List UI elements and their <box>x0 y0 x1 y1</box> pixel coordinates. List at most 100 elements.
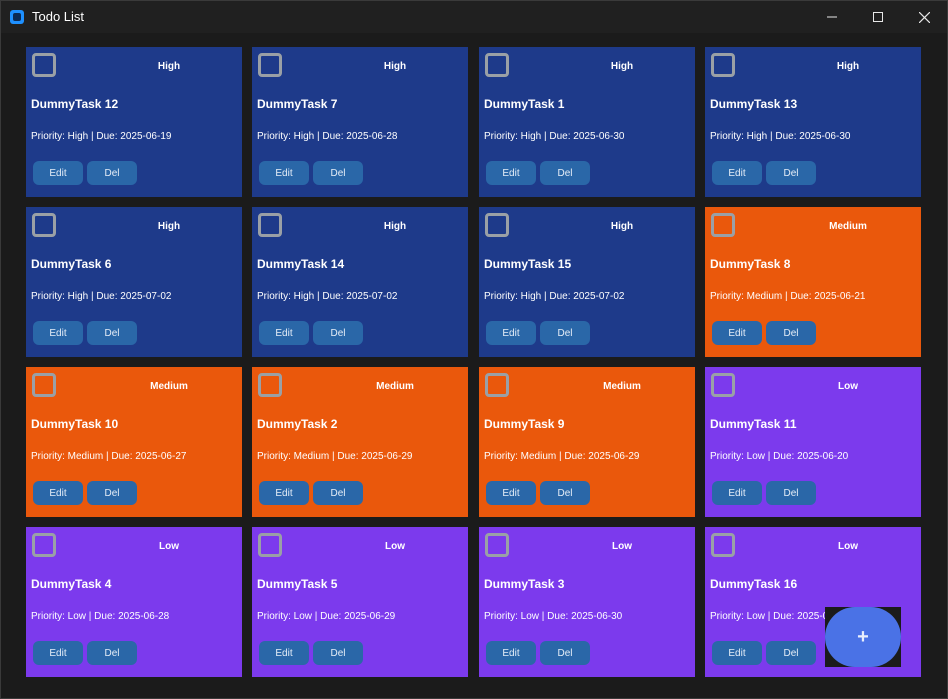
edit-button[interactable]: Edit <box>259 641 309 665</box>
edit-button[interactable]: Edit <box>259 481 309 505</box>
task-title: DummyTask 6 <box>31 257 112 271</box>
priority-badge: Medium <box>829 221 867 232</box>
priority-badge: Low <box>838 381 858 392</box>
priority-badge: Medium <box>603 381 641 392</box>
task-title: DummyTask 9 <box>484 417 565 431</box>
app-window: Todo List High DummyTask 12 Priority: Hi… <box>0 0 948 699</box>
task-card: Medium DummyTask 9 Priority: Medium | Du… <box>479 367 695 517</box>
task-card: Low DummyTask 3 Priority: Low | Due: 202… <box>479 527 695 677</box>
delete-button[interactable]: Del <box>766 641 816 665</box>
task-title: DummyTask 8 <box>710 257 791 271</box>
task-meta: Priority: Medium | Due: 2025-06-29 <box>257 451 413 462</box>
task-checkbox[interactable] <box>32 533 56 557</box>
delete-button[interactable]: Del <box>766 161 816 185</box>
delete-button[interactable]: Del <box>540 321 590 345</box>
app-icon <box>10 10 24 24</box>
fab-container: + <box>825 607 901 667</box>
delete-button[interactable]: Del <box>87 321 137 345</box>
edit-button[interactable]: Edit <box>33 321 83 345</box>
maximize-button[interactable] <box>855 1 901 33</box>
task-checkbox[interactable] <box>711 533 735 557</box>
delete-button[interactable]: Del <box>540 481 590 505</box>
task-checkbox[interactable] <box>711 373 735 397</box>
edit-button[interactable]: Edit <box>33 481 83 505</box>
delete-button[interactable]: Del <box>313 161 363 185</box>
task-checkbox[interactable] <box>485 213 509 237</box>
delete-button[interactable]: Del <box>313 321 363 345</box>
task-checkbox[interactable] <box>485 533 509 557</box>
task-title: DummyTask 15 <box>484 257 572 271</box>
edit-button[interactable]: Edit <box>259 161 309 185</box>
task-card: Low DummyTask 4 Priority: Low | Due: 202… <box>26 527 242 677</box>
edit-button[interactable]: Edit <box>486 161 536 185</box>
delete-button[interactable]: Del <box>313 641 363 665</box>
task-checkbox[interactable] <box>711 213 735 237</box>
window-title: Todo List <box>32 9 85 24</box>
edit-button[interactable]: Edit <box>486 481 536 505</box>
task-title: DummyTask 1 <box>484 97 565 111</box>
task-grid: High DummyTask 12 Priority: High | Due: … <box>1 33 947 698</box>
edit-button[interactable]: Edit <box>33 641 83 665</box>
delete-button[interactable]: Del <box>87 481 137 505</box>
edit-button[interactable]: Edit <box>486 641 536 665</box>
priority-badge: Low <box>612 541 632 552</box>
priority-badge: High <box>383 221 407 232</box>
task-checkbox[interactable] <box>258 53 282 77</box>
task-meta: Priority: Low | Due: 2025-06-30 <box>484 611 623 622</box>
close-button[interactable] <box>901 1 947 33</box>
minimize-icon <box>827 12 837 22</box>
task-card: High DummyTask 14 Priority: High | Due: … <box>252 207 468 357</box>
task-title: DummyTask 14 <box>257 257 345 271</box>
delete-button[interactable]: Del <box>87 641 137 665</box>
priority-badge: High <box>383 61 407 72</box>
task-checkbox[interactable] <box>711 53 735 77</box>
minimize-button[interactable] <box>809 1 855 33</box>
delete-button[interactable]: Del <box>766 481 816 505</box>
task-card: Low DummyTask 5 Priority: Low | Due: 202… <box>252 527 468 677</box>
delete-button[interactable]: Del <box>766 321 816 345</box>
edit-button[interactable]: Edit <box>712 641 762 665</box>
delete-button[interactable]: Del <box>540 161 590 185</box>
task-meta: Priority: Low | Due: 2025-06-20 <box>710 451 849 462</box>
task-checkbox[interactable] <box>32 213 56 237</box>
task-checkbox[interactable] <box>485 373 509 397</box>
task-meta: Priority: High | Due: 2025-07-02 <box>257 291 398 302</box>
task-title: DummyTask 10 <box>31 417 119 431</box>
task-checkbox[interactable] <box>32 373 56 397</box>
priority-badge: High <box>836 61 860 72</box>
priority-badge: Low <box>159 541 179 552</box>
task-card: High DummyTask 1 Priority: High | Due: 2… <box>479 47 695 197</box>
task-card: High DummyTask 12 Priority: High | Due: … <box>26 47 242 197</box>
task-title: DummyTask 5 <box>257 577 338 591</box>
priority-badge: High <box>610 221 634 232</box>
delete-button[interactable]: Del <box>540 641 590 665</box>
task-meta: Priority: Medium | Due: 2025-06-29 <box>484 451 640 462</box>
task-title: DummyTask 13 <box>710 97 798 111</box>
edit-button[interactable]: Edit <box>33 161 83 185</box>
edit-button[interactable]: Edit <box>486 321 536 345</box>
delete-button[interactable]: Del <box>87 161 137 185</box>
edit-button[interactable]: Edit <box>259 321 309 345</box>
edit-button[interactable]: Edit <box>712 161 762 185</box>
task-checkbox[interactable] <box>485 53 509 77</box>
task-meta: Priority: Medium | Due: 2025-06-21 <box>710 291 866 302</box>
edit-button[interactable]: Edit <box>712 321 762 345</box>
task-checkbox[interactable] <box>32 53 56 77</box>
title-bar[interactable]: Todo List <box>1 1 947 33</box>
task-card: High DummyTask 13 Priority: High | Due: … <box>705 47 921 197</box>
task-card: Medium DummyTask 8 Priority: Medium | Du… <box>705 207 921 357</box>
task-checkbox[interactable] <box>258 213 282 237</box>
task-meta: Priority: High | Due: 2025-07-02 <box>484 291 625 302</box>
priority-badge: Medium <box>150 381 188 392</box>
delete-button[interactable]: Del <box>313 481 363 505</box>
task-checkbox[interactable] <box>258 373 282 397</box>
edit-button[interactable]: Edit <box>712 481 762 505</box>
task-title: DummyTask 4 <box>31 577 112 591</box>
task-card: Low DummyTask 11 Priority: Low | Due: 20… <box>705 367 921 517</box>
task-card: Medium DummyTask 10 Priority: Medium | D… <box>26 367 242 517</box>
add-task-button[interactable]: + <box>825 607 901 667</box>
task-checkbox[interactable] <box>258 533 282 557</box>
plus-icon: + <box>857 625 869 648</box>
priority-badge: Low <box>838 541 858 552</box>
task-card: High DummyTask 15 Priority: High | Due: … <box>479 207 695 357</box>
